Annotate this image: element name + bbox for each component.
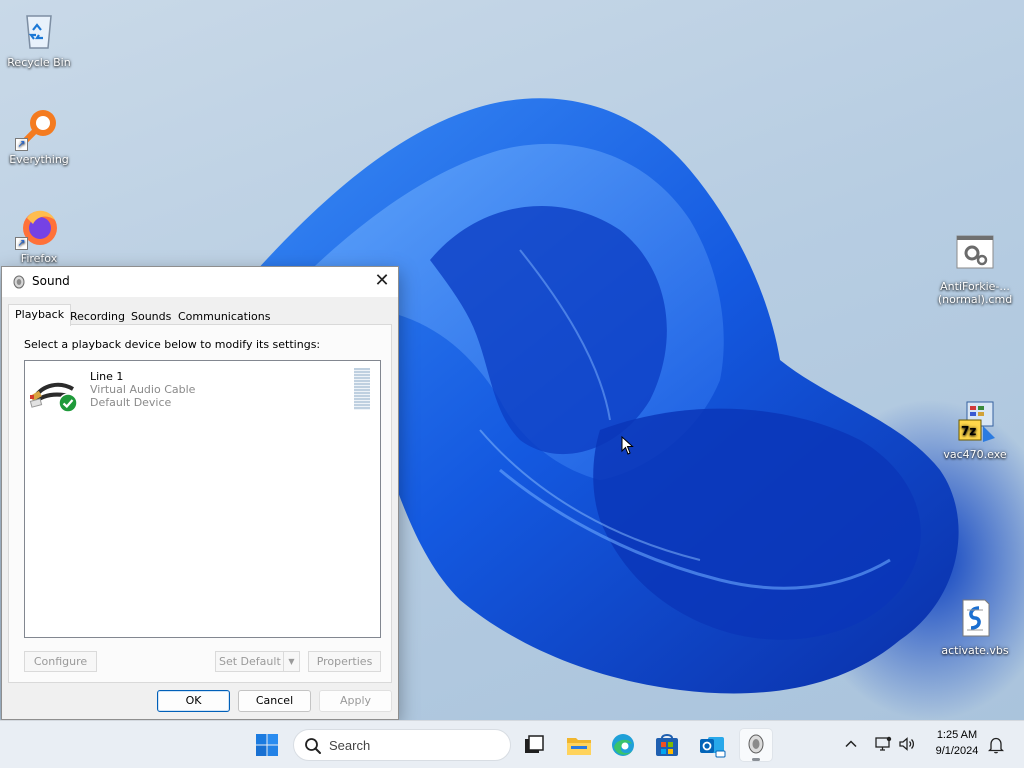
task-view-button[interactable] [518, 729, 550, 761]
desktop-icon-label: activate.vbs [941, 644, 1009, 657]
speaker-icon [740, 734, 772, 764]
sound-dialog: Sound ✕ Playback Recording Sounds Commun… [1, 266, 399, 720]
desktop-icon-everything[interactable]: ↗ Everything [1, 105, 77, 166]
search-box[interactable]: Search [293, 729, 511, 761]
ok-button[interactable]: OK [157, 690, 230, 712]
mouse-pointer-icon [621, 436, 634, 455]
configure-button[interactable]: Configure [24, 651, 97, 672]
desktop-icon-activate-vbs[interactable]: activate.vbs [937, 596, 1013, 657]
desktop-icon-label: vac470.exe [943, 448, 1007, 461]
notification-bell-icon[interactable] [987, 736, 1005, 757]
firefox-icon: ↗ [15, 204, 61, 250]
speaker-icon [12, 275, 26, 292]
network-icon[interactable] [874, 735, 892, 756]
outlook-button[interactable] [696, 729, 728, 761]
dialog-title: Sound [32, 274, 70, 288]
search-placeholder: Search [329, 738, 371, 753]
device-list[interactable]: Line 1 Virtual Audio Cable Default Devic… [24, 360, 381, 638]
set-default-label: Set Default [219, 655, 281, 668]
store-icon [651, 734, 683, 764]
tab-playback[interactable]: Playback [8, 304, 72, 326]
desktop-icon-label: Everything [9, 153, 69, 166]
everything-search-icon: ↗ [15, 105, 61, 151]
default-checkmark-icon [58, 393, 78, 416]
apply-button[interactable]: Apply [319, 690, 392, 712]
recycle-bin-icon [17, 8, 61, 52]
cmd-file-icon [953, 219, 997, 269]
desktop-icon-recycle-bin[interactable]: Recycle Bin [1, 8, 77, 69]
windows-start-icon [251, 734, 283, 764]
volume-icon[interactable] [898, 735, 916, 756]
device-description: Virtual Audio Cable [90, 383, 196, 396]
clock[interactable]: 1:25 AM 9/1/2024 [924, 727, 990, 759]
desktop-icon-label: AntiForkie-... (normal).cmd [937, 280, 1013, 306]
desktop-icon-vac470[interactable]: 7z vac470.exe [937, 400, 1013, 461]
shortcut-arrow-icon: ↗ [15, 138, 28, 151]
sound-app-button[interactable] [740, 729, 772, 761]
task-view-icon [518, 735, 550, 764]
desktop-icon-label: Firefox [20, 252, 58, 265]
desktop-icon-firefox[interactable]: ↗ Firefox [1, 204, 77, 265]
file-explorer-icon [563, 738, 595, 764]
start-button[interactable] [251, 729, 283, 761]
tab-recording[interactable]: Recording [63, 306, 132, 325]
script-file-icon [953, 596, 997, 640]
instruction-text: Select a playback device below to modify… [24, 338, 321, 351]
outlook-icon [696, 737, 728, 764]
svg-text:7z: 7z [961, 424, 976, 438]
playback-tab-panel: Select a playback device below to modify… [8, 324, 392, 683]
tab-communications[interactable]: Communications [171, 306, 277, 325]
set-default-button[interactable]: Set Default ▼ [215, 651, 300, 672]
shortcut-arrow-icon: ↗ [15, 237, 28, 250]
cancel-button[interactable]: Cancel [238, 690, 311, 712]
desktop-icon-label: Recycle Bin [7, 56, 71, 69]
properties-button[interactable]: Properties [308, 651, 381, 672]
clock-time: 1:25 AM [936, 729, 978, 741]
installer-icon: 7z [953, 400, 997, 444]
desktop-icon-antiforkie-cmd[interactable]: AntiForkie-... (normal).cmd [937, 206, 1013, 306]
device-name: Line 1 [90, 370, 124, 383]
volume-level-meter [354, 368, 370, 410]
dropdown-arrow-icon[interactable]: ▼ [283, 652, 299, 671]
search-icon [304, 737, 322, 758]
file-explorer-button[interactable] [563, 729, 595, 761]
store-button[interactable] [651, 729, 683, 761]
clock-date: 9/1/2024 [935, 745, 979, 757]
close-button[interactable]: ✕ [366, 267, 398, 297]
title-bar[interactable]: Sound ✕ [2, 267, 398, 297]
edge-icon [607, 734, 639, 764]
edge-button[interactable] [607, 729, 639, 761]
device-status: Default Device [90, 396, 172, 409]
taskbar: Search 1:25 AM 9/1/2024 [0, 720, 1024, 768]
chevron-up-icon[interactable] [844, 737, 858, 754]
